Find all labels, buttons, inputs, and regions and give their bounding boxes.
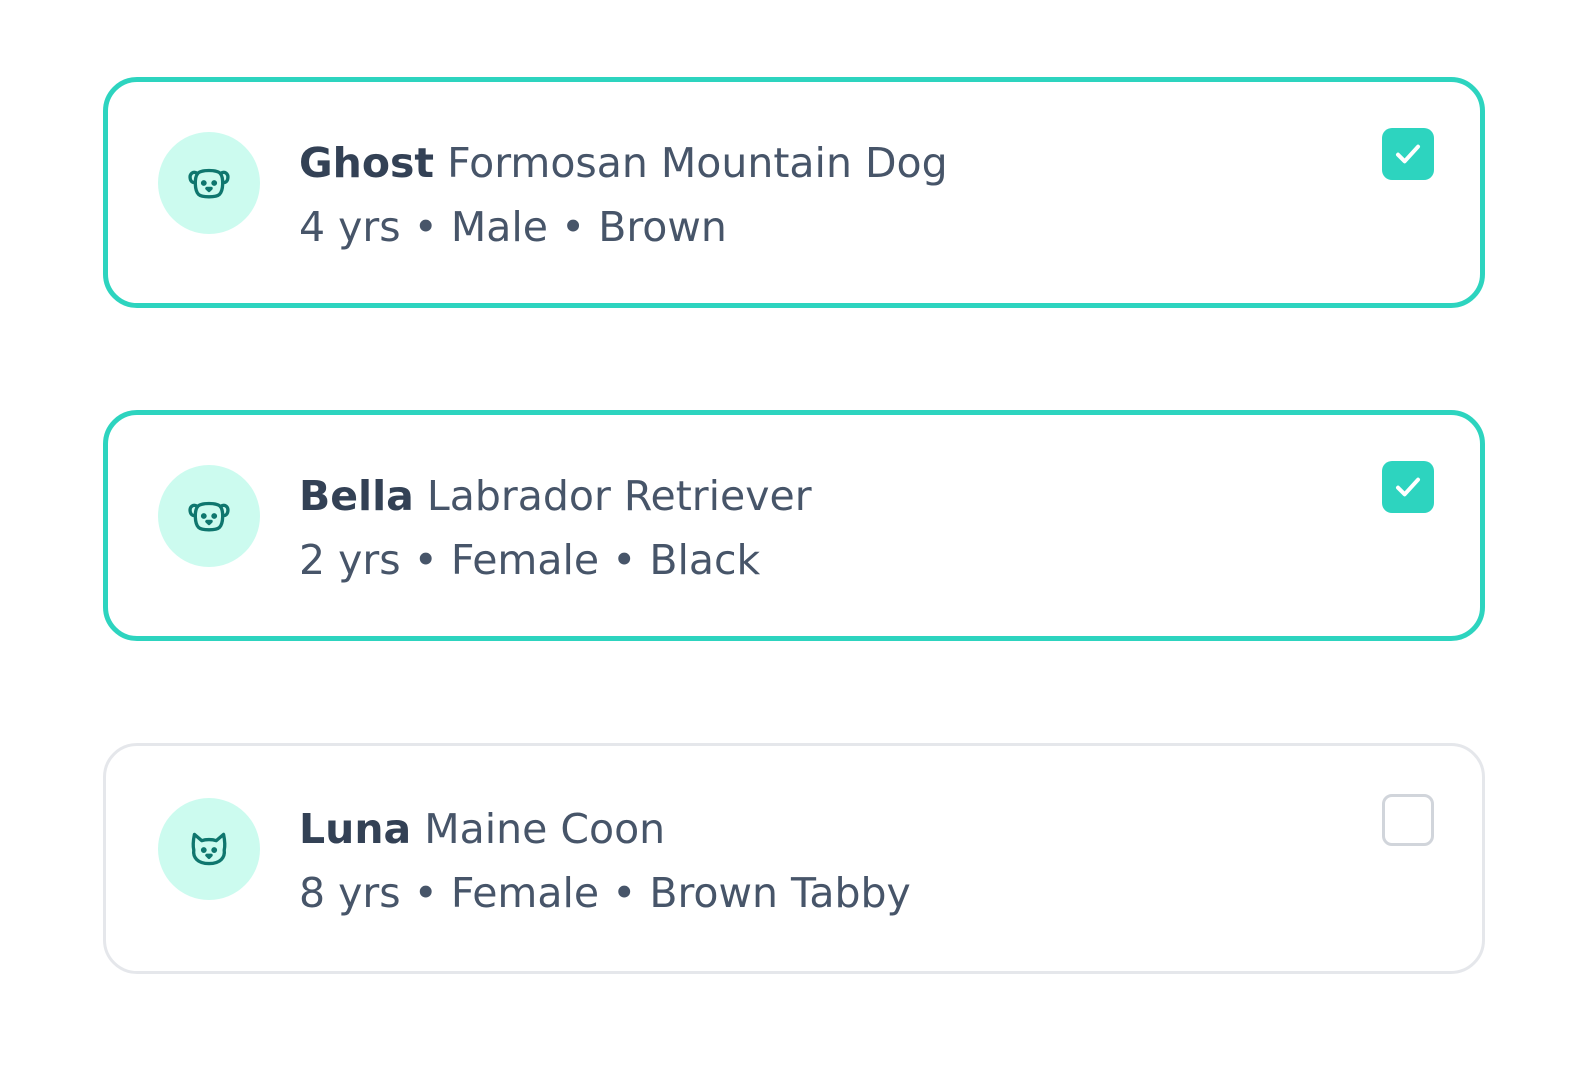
pet-select-checkbox[interactable] bbox=[1382, 794, 1434, 846]
pet-info: Ghost Formosan Mountain Dog 4 yrs • Male… bbox=[299, 134, 948, 256]
pet-card-ghost[interactable]: Ghost Formosan Mountain Dog 4 yrs • Male… bbox=[103, 77, 1485, 308]
pet-title: Luna Maine Coon bbox=[299, 800, 911, 858]
pet-avatar bbox=[158, 132, 260, 234]
cat-icon bbox=[191, 832, 227, 866]
pet-details: 8 yrs • Female • Brown Tabby bbox=[299, 869, 911, 917]
pet-breed: Formosan Mountain Dog bbox=[447, 139, 948, 187]
pet-details: 4 yrs • Male • Brown bbox=[299, 203, 727, 251]
pet-info: Bella Labrador Retriever 2 yrs • Female … bbox=[299, 467, 812, 589]
pet-name: Luna bbox=[299, 805, 412, 853]
pet-title: Ghost Formosan Mountain Dog bbox=[299, 134, 948, 192]
dog-icon bbox=[188, 168, 230, 199]
pet-select-checkbox[interactable] bbox=[1382, 461, 1434, 513]
pet-selection-list: Ghost Formosan Mountain Dog 4 yrs • Male… bbox=[103, 77, 1485, 1076]
pet-avatar bbox=[158, 465, 260, 567]
pet-breed: Labrador Retriever bbox=[426, 472, 812, 520]
check-icon bbox=[1396, 477, 1420, 497]
pet-name: Bella bbox=[299, 472, 414, 520]
check-icon bbox=[1396, 144, 1420, 164]
pet-card-luna[interactable]: Luna Maine Coon 8 yrs • Female • Brown T… bbox=[103, 743, 1485, 974]
pet-select-checkbox[interactable] bbox=[1382, 128, 1434, 180]
dog-icon bbox=[188, 501, 230, 532]
pet-breed: Maine Coon bbox=[424, 805, 666, 853]
pet-info: Luna Maine Coon 8 yrs • Female • Brown T… bbox=[299, 800, 911, 922]
pet-card-bella[interactable]: Bella Labrador Retriever 2 yrs • Female … bbox=[103, 410, 1485, 641]
pet-name: Ghost bbox=[299, 139, 435, 187]
pet-avatar bbox=[158, 798, 260, 900]
pet-title: Bella Labrador Retriever bbox=[299, 467, 812, 525]
pet-details: 2 yrs • Female • Black bbox=[299, 536, 761, 584]
